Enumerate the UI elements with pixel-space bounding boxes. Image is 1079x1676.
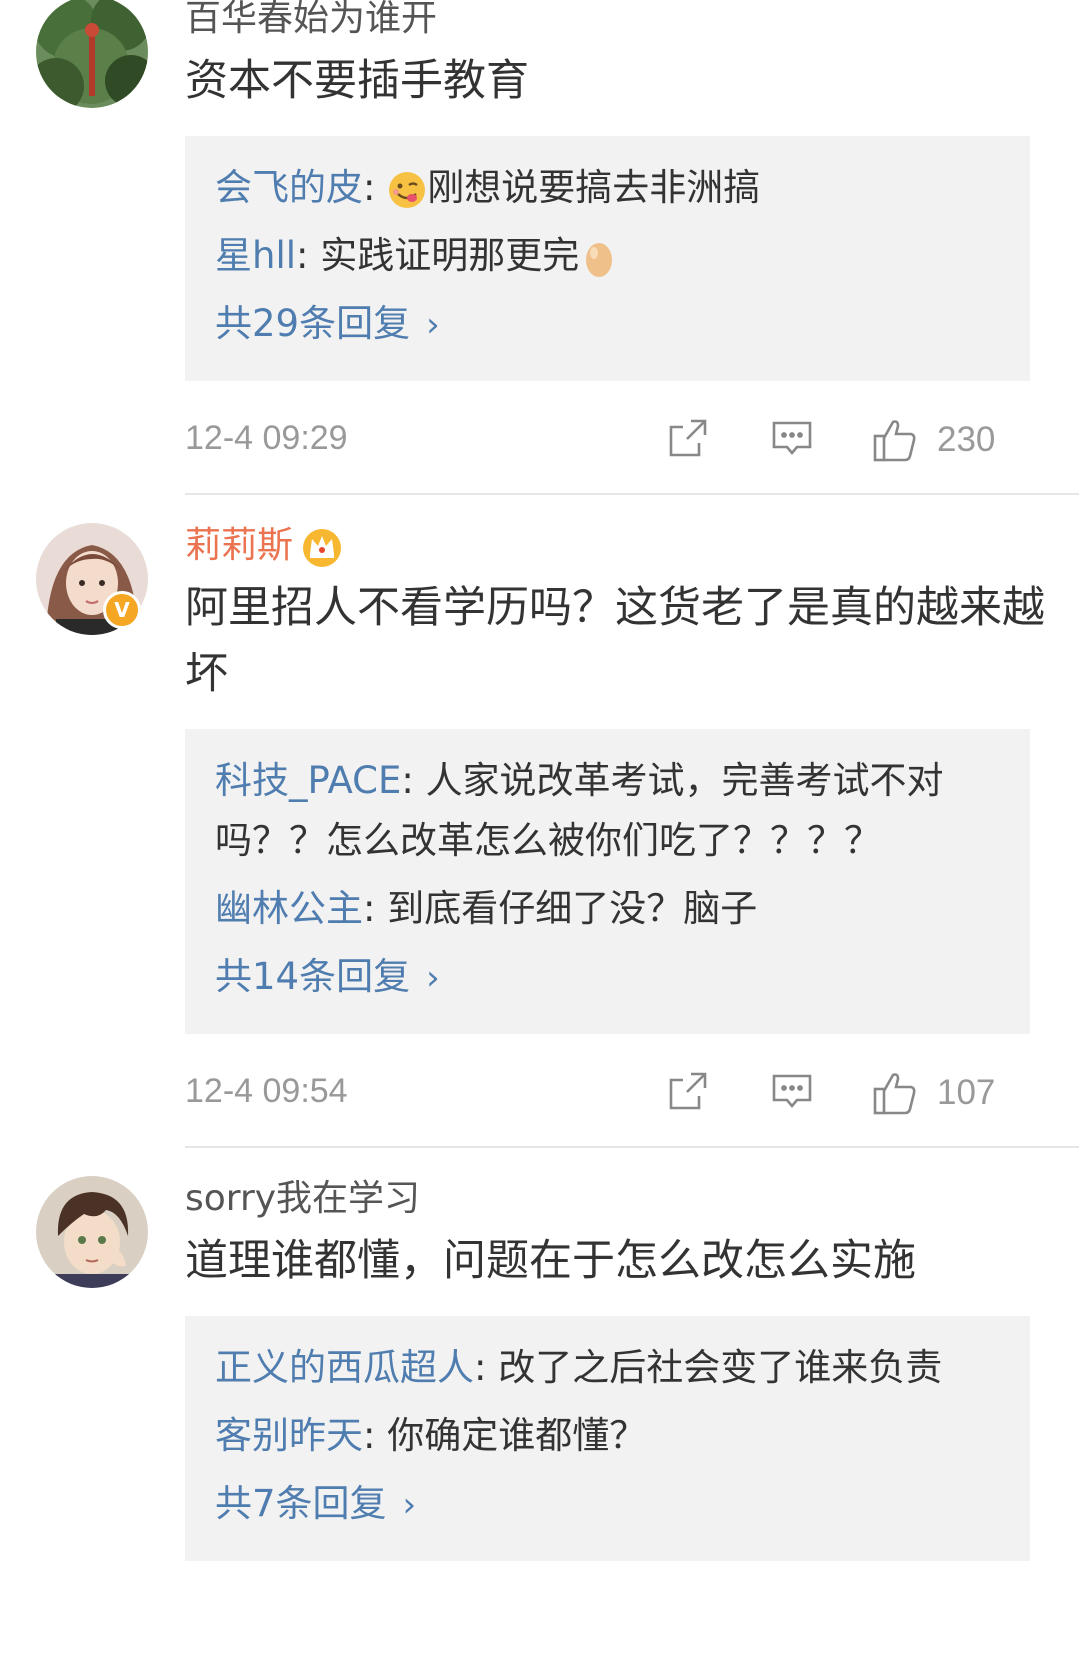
comment-item: V 莉莉斯 阿里招人不看学历吗？这货老了是真的越来越坏 科技_PACE: 人家说…	[0, 495, 1079, 1146]
reply-username[interactable]: 幽林公主	[215, 887, 363, 930]
like-button[interactable]: 107	[871, 1068, 995, 1118]
reply-item: 星hll: 实践证明那更完	[215, 226, 1000, 286]
comment-item: 百华春始为谁开 资本不要插手教育 会飞的皮: 刚想说要搞去非洲搞 星hll: 实…	[0, 0, 1079, 493]
view-all-replies-link[interactable]: 共29条回复 ›	[215, 294, 1000, 355]
comment-icon[interactable]	[769, 1068, 815, 1118]
comment-item: sorry我在学习 道理谁都懂，问题在于怎么改怎么实施 正义的西瓜超人: 改了之…	[0, 1148, 1079, 1561]
chevron-right-icon: ›	[402, 1485, 417, 1525]
verified-badge-icon: V	[103, 591, 141, 629]
reply-username[interactable]: 科技_PACE	[215, 759, 401, 802]
reply-preview-box[interactable]: 会飞的皮: 刚想说要搞去非洲搞 星hll: 实践证明那更完 共29条回复 ›	[185, 136, 1030, 381]
reply-item: 会飞的皮: 刚想说要搞去非洲搞	[215, 158, 1000, 218]
reply-item: 科技_PACE: 人家说改革考试，完善考试不对吗？？怎么改革怎么被你们吃了？？？…	[215, 751, 1000, 871]
view-all-replies-label: 共14条回复	[215, 955, 411, 998]
comment-text: 道理谁都懂，问题在于怎么改怎么实施	[185, 1236, 916, 1286]
reply-separator: :	[363, 1414, 388, 1457]
reply-text: 改了之后社会变了谁来负责	[498, 1346, 943, 1389]
reply-text: 实践证明那更完	[320, 234, 580, 277]
like-count: 230	[937, 420, 996, 459]
avatar[interactable]	[36, 0, 148, 108]
vip-crown-icon	[303, 529, 342, 567]
avatar[interactable]	[36, 1176, 148, 1288]
view-all-replies-label: 共7条回复	[215, 1482, 387, 1525]
comment-text: 资本不要插手教育	[185, 56, 529, 106]
reply-text: 刚想说要搞去非洲搞	[427, 166, 761, 209]
reply-username[interactable]: 客别昨天	[215, 1414, 363, 1457]
like-button[interactable]: 230	[871, 415, 995, 465]
reply-text: 你确定谁都懂？	[387, 1414, 647, 1457]
comment-list: 百华春始为谁开 资本不要插手教育 会飞的皮: 刚想说要搞去非洲搞 星hll: 实…	[0, 0, 1079, 1561]
view-all-replies-label: 共29条回复	[215, 302, 411, 345]
reply-item: 客别昨天: 你确定谁都懂？	[215, 1406, 1000, 1466]
reply-separator: :	[474, 1346, 499, 1389]
comment-username[interactable]: sorry我在学习	[185, 1174, 1045, 1224]
share-icon[interactable]	[665, 415, 711, 465]
share-icon[interactable]	[665, 1068, 711, 1118]
reply-username[interactable]: 正义的西瓜超人	[215, 1346, 474, 1389]
reply-preview-box[interactable]: 科技_PACE: 人家说改革考试，完善考试不对吗？？怎么改革怎么被你们吃了？？？…	[185, 729, 1030, 1034]
reply-username[interactable]: 会飞的皮	[215, 166, 363, 209]
reply-separator: :	[296, 234, 321, 277]
view-all-replies-link[interactable]: 共14条回复 ›	[215, 947, 1000, 1008]
reply-text: 到底看仔细了没？脑子	[387, 887, 758, 930]
comment-timestamp: 12-4 09:29	[185, 419, 348, 457]
reply-preview-box[interactable]: 正义的西瓜超人: 改了之后社会变了谁来负责 客别昨天: 你确定谁都懂？ 共7条回…	[185, 1316, 1030, 1561]
comment-meta: 12-4 09:54 107	[185, 1046, 1045, 1146]
like-icon	[873, 420, 916, 462]
reply-separator: :	[401, 759, 426, 802]
like-count: 107	[937, 1073, 996, 1112]
reply-item: 正义的西瓜超人: 改了之后社会变了谁来负责	[215, 1338, 1000, 1398]
view-all-replies-link[interactable]: 共7条回复 ›	[215, 1474, 1000, 1535]
reply-username[interactable]: 星hll	[215, 234, 296, 277]
chevron-right-icon: ›	[426, 958, 440, 998]
face-savoring-emoji	[389, 171, 426, 208]
comment-icon[interactable]	[769, 415, 815, 465]
comment-meta: 12-4 09:29 230	[185, 393, 1045, 493]
reply-separator: :	[363, 887, 388, 930]
comment-text: 阿里招人不看学历吗？这货老了是真的越来越坏	[185, 583, 1045, 699]
chevron-right-icon: ›	[426, 305, 440, 345]
reply-separator: :	[363, 166, 388, 209]
reply-item: 幽林公主: 到底看仔细了没？脑子	[215, 879, 1000, 939]
comment-username[interactable]: 百华春始为谁开	[185, 0, 1045, 44]
comment-timestamp: 12-4 09:54	[185, 1072, 348, 1110]
like-icon	[873, 1073, 916, 1115]
egg-emoji	[586, 242, 613, 277]
comment-username[interactable]: 莉莉斯	[185, 521, 1045, 571]
